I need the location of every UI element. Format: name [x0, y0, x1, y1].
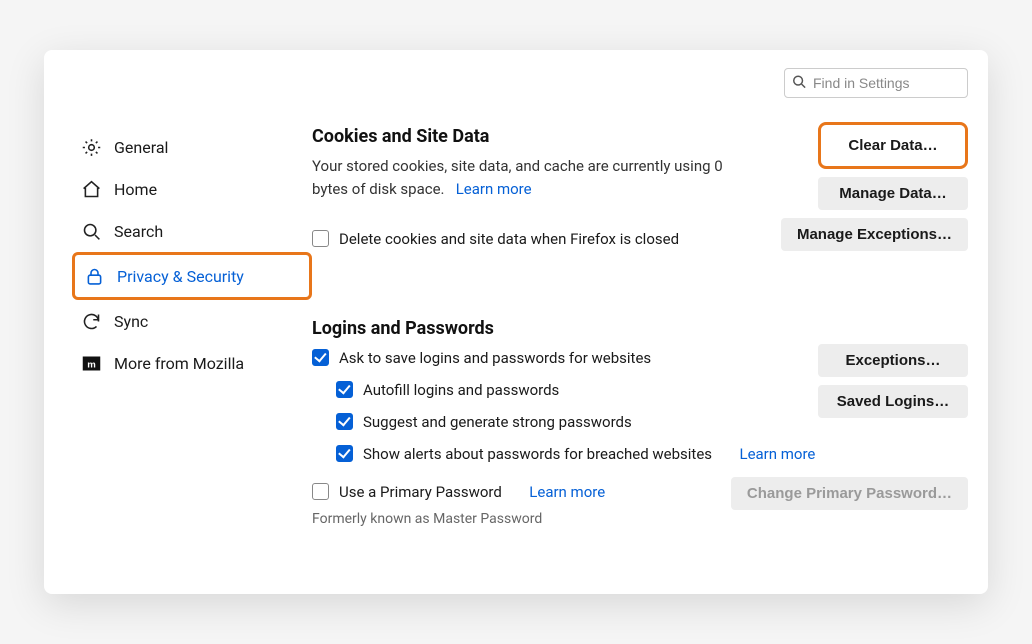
search-input[interactable] — [784, 68, 968, 98]
sidebar-item-label: Home — [114, 180, 157, 199]
section-title-logins: Logins and Passwords — [312, 318, 968, 339]
svg-text:m: m — [87, 359, 96, 370]
primary-learn-more-link[interactable]: Learn more — [529, 483, 605, 501]
formerly-hint: Formerly known as Master Password — [312, 511, 968, 527]
section-logins: Logins and Passwords Exceptions… Saved L… — [312, 318, 968, 527]
change-primary-password-button: Change Primary Password… — [731, 477, 968, 510]
gear-icon — [80, 136, 102, 158]
section-text-cookies: Your stored cookies, site data, and cach… — [312, 155, 732, 202]
exceptions-button[interactable]: Exceptions… — [818, 344, 968, 377]
sidebar-item-home[interactable]: Home — [72, 168, 312, 210]
suggest-checkbox[interactable] — [336, 413, 353, 430]
ask-save-checkbox[interactable] — [312, 349, 329, 366]
mozilla-icon: m — [80, 352, 102, 374]
autofill-label: Autofill logins and passwords — [363, 381, 559, 399]
sidebar-item-label: Sync — [114, 312, 148, 331]
manage-data-button[interactable]: Manage Data… — [818, 177, 968, 210]
main-content: Cookies and Site Data Your stored cookie… — [312, 126, 968, 574]
sidebar-item-more-mozilla[interactable]: m More from Mozilla — [72, 342, 312, 384]
cookies-learn-more-link[interactable]: Learn more — [456, 180, 532, 198]
search-wrapper — [784, 68, 968, 98]
sync-icon — [80, 310, 102, 332]
suggest-label: Suggest and generate strong passwords — [363, 413, 632, 431]
autofill-checkbox[interactable] — [336, 381, 353, 398]
alerts-learn-more-link[interactable]: Learn more — [739, 445, 815, 463]
settings-sidebar: General Home Search Privacy & Security S… — [72, 126, 312, 384]
sidebar-item-label: Privacy & Security — [117, 267, 244, 286]
alerts-checkbox[interactable] — [336, 445, 353, 462]
sidebar-item-label: Search — [114, 222, 163, 241]
alerts-row[interactable]: Show alerts about passwords for breached… — [336, 445, 968, 463]
delete-on-close-checkbox[interactable] — [312, 230, 329, 247]
ask-save-label: Ask to save logins and passwords for web… — [339, 349, 651, 367]
alerts-label: Show alerts about passwords for breached… — [363, 445, 712, 463]
settings-window: General Home Search Privacy & Security S… — [44, 50, 988, 594]
clear-data-button[interactable]: Clear Data… — [818, 122, 968, 169]
sidebar-item-label: More from Mozilla — [114, 354, 244, 373]
manage-exceptions-button[interactable]: Manage Exceptions… — [781, 218, 968, 251]
cookies-button-column: Clear Data… Manage Data… Manage Exceptio… — [781, 122, 968, 251]
sidebar-item-general[interactable]: General — [72, 126, 312, 168]
sidebar-item-label: General — [114, 138, 168, 157]
logins-button-column: Exceptions… Saved Logins… — [818, 344, 968, 418]
delete-on-close-label: Delete cookies and site data when Firefo… — [339, 230, 679, 248]
sidebar-item-sync[interactable]: Sync — [72, 300, 312, 342]
sidebar-item-privacy-security[interactable]: Privacy & Security — [72, 252, 312, 300]
section-cookies: Cookies and Site Data Your stored cookie… — [312, 126, 968, 248]
primary-password-label: Use a Primary Password — [339, 483, 502, 501]
lock-icon — [83, 265, 105, 287]
sidebar-item-search[interactable]: Search — [72, 210, 312, 252]
home-icon — [80, 178, 102, 200]
search-icon — [80, 220, 102, 242]
saved-logins-button[interactable]: Saved Logins… — [818, 385, 968, 418]
search-icon — [792, 74, 806, 93]
primary-password-checkbox[interactable] — [312, 483, 329, 500]
